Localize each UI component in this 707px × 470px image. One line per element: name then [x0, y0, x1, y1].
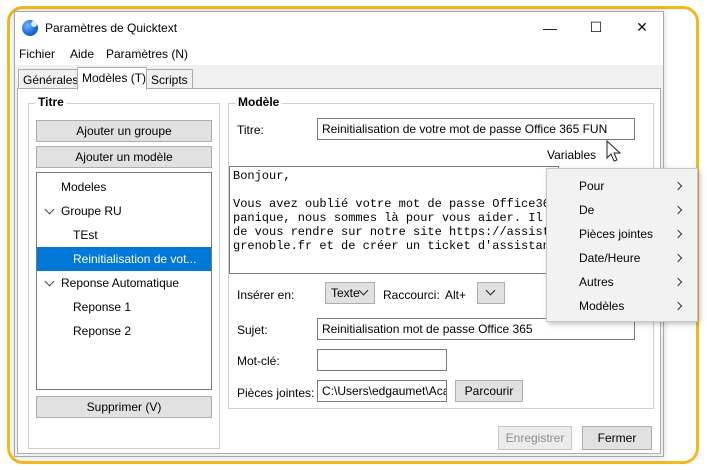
ctx-item-modeles[interactable]: Modèles — [547, 294, 697, 318]
chevron-down-icon — [358, 285, 369, 296]
left-group-title: Titre — [35, 95, 67, 109]
quicktext-app-icon — [22, 20, 38, 36]
variables-button[interactable]: Variables — [547, 148, 596, 162]
attachments-label: Pièces jointes: — [237, 386, 315, 400]
ctx-item-autres[interactable]: Autres — [547, 270, 697, 294]
ctx-item-label: De — [579, 203, 595, 217]
title-label: Titre: — [237, 123, 264, 137]
body-line: panique, nous sommes là pour vous aider.… — [233, 211, 559, 225]
chevron-right-icon — [673, 301, 683, 311]
shortcut-combo[interactable] — [477, 282, 505, 304]
chevron-right-icon — [673, 277, 683, 287]
mouse-cursor-icon — [606, 140, 622, 162]
shortcut-value: Alt+ — [445, 288, 467, 302]
subject-label: Sujet: — [237, 323, 268, 337]
tab-strip: Générales Modèles (T) Scripts — [15, 67, 663, 90]
body-textarea[interactable]: Bonjour, Vous avez oublié votre mot de p… — [229, 166, 559, 274]
add-model-button[interactable]: Ajouter un modèle — [36, 146, 212, 168]
tree-item-label: TEst — [73, 228, 98, 242]
ctx-item-label: Modèles — [579, 299, 625, 313]
chevron-down-icon[interactable] — [44, 204, 55, 215]
ctx-item-label: Date/Heure — [579, 251, 641, 265]
attachments-input[interactable]: C:\Users\edgaumet\Aca — [317, 380, 447, 402]
tree-item-reponse-2[interactable]: Reponse 2 — [37, 319, 211, 343]
tree-item-modeles[interactable]: Modeles — [37, 175, 211, 199]
left-groupbox: Titre Ajouter un groupe Ajouter un modèl… — [28, 95, 220, 449]
chevron-down-icon — [485, 285, 496, 296]
tab-generales[interactable]: Générales — [18, 69, 78, 89]
menu-bar: Fichier Aide Paramètres (N) — [15, 43, 663, 65]
body-line — [233, 183, 555, 197]
minimize-button[interactable]: — — [527, 12, 573, 43]
close-window-button[interactable]: ✕ — [619, 12, 663, 43]
ctx-item-pieces-jointes[interactable]: Pièces jointes — [547, 222, 697, 246]
add-group-button[interactable]: Ajouter un groupe — [36, 120, 212, 142]
body-line: de vous rendre sur notre site https://as… — [233, 225, 559, 239]
tree-item-label: Groupe RU — [61, 204, 122, 218]
tree-item-label: Reponse Automatique — [61, 276, 180, 290]
chevron-right-icon — [673, 229, 683, 239]
title-input[interactable]: Reinitialisation de votre mot de passe O… — [317, 118, 635, 140]
variables-context-menu: Pour De Pièces jointes Date/Heure Autres… — [546, 168, 698, 322]
menu-fichier[interactable]: Fichier — [19, 47, 55, 61]
tab-modeles[interactable]: Modèles (T) — [77, 67, 147, 90]
close-button[interactable]: Fermer — [582, 426, 652, 450]
models-tree[interactable]: Modeles Groupe RU TEst Reinitialisation … — [36, 172, 212, 390]
window-title: Paramètres de Quicktext — [45, 21, 178, 35]
maximize-button[interactable]: ☐ — [573, 12, 619, 43]
tab-scripts[interactable]: Scripts — [146, 69, 193, 89]
insert-combo-value: Texte — [331, 286, 360, 300]
insert-label: Insérer en: — [237, 288, 295, 302]
tree-item-label: Modeles — [61, 180, 107, 194]
shortcut-label: Raccourci: — [383, 288, 440, 302]
browse-button[interactable]: Parcourir — [455, 380, 523, 402]
chevron-right-icon — [673, 181, 683, 191]
menu-parametres[interactable]: Paramètres (N) — [106, 47, 188, 61]
body-line: grenoble.fr et de créer un ticket d'assi… — [233, 239, 559, 253]
menu-aide[interactable]: Aide — [70, 47, 94, 61]
tree-item-reinitialisation[interactable]: Reinitialisation de vot... — [37, 247, 211, 271]
ctx-item-pour[interactable]: Pour — [547, 174, 697, 198]
tree-item-reponse-1[interactable]: Reponse 1 — [37, 295, 211, 319]
ctx-item-label: Autres — [579, 275, 614, 289]
ctx-item-date-heure[interactable]: Date/Heure — [547, 246, 697, 270]
chevron-right-icon — [673, 205, 683, 215]
body-line: Vous avez oublié votre mot de passe Offi… — [233, 197, 558, 211]
tree-item-label: Reponse 2 — [73, 324, 132, 338]
chevron-right-icon — [673, 253, 683, 263]
chevron-down-icon[interactable] — [44, 276, 55, 287]
ctx-item-label: Pour — [579, 179, 605, 193]
tree-item-reponse-automatique[interactable]: Reponse Automatique — [37, 271, 211, 295]
insert-combo[interactable]: Texte — [325, 282, 375, 304]
tree-item-label: Reponse 1 — [73, 300, 132, 314]
right-group-title: Modèle — [235, 95, 283, 109]
ctx-item-label: Pièces jointes — [579, 227, 654, 241]
delete-button[interactable]: Supprimer (V) — [36, 396, 212, 418]
tree-item-groupe-ru[interactable]: Groupe RU — [37, 199, 211, 223]
tree-item-test[interactable]: TEst — [37, 223, 211, 247]
body-line: Bonjour, — [233, 169, 291, 183]
keyword-input[interactable] — [317, 349, 447, 371]
save-button[interactable]: Enregistrer — [498, 426, 572, 450]
keyword-label: Mot-clé: — [237, 354, 280, 368]
title-bar: Paramètres de Quicktext — ☐ ✕ — [15, 12, 663, 43]
tree-item-label: Reinitialisation de vot... — [73, 252, 197, 266]
ctx-item-de[interactable]: De — [547, 198, 697, 222]
